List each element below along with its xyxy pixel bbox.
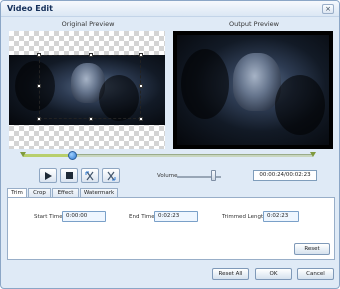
crop-handle[interactable] xyxy=(89,117,93,121)
crop-handle[interactable] xyxy=(139,84,143,88)
trim-panel: Start Time 0:00:00 End Time 0:02:23 Trim… xyxy=(7,197,335,260)
ok-button[interactable]: OK xyxy=(255,268,292,280)
close-button[interactable]: × xyxy=(322,4,334,14)
mark-in-button[interactable] xyxy=(81,168,99,183)
time-display: 00:00:24/00:02:23 xyxy=(253,170,317,181)
reset-button[interactable]: Reset xyxy=(294,243,330,255)
reset-all-button[interactable]: Reset All xyxy=(212,268,249,280)
start-time-label: Start Time xyxy=(34,214,63,220)
title-bar: Video Edit × xyxy=(1,1,339,17)
original-preview-label: Original Preview xyxy=(61,20,115,28)
crop-handle[interactable] xyxy=(37,117,41,121)
crop-handle[interactable] xyxy=(139,117,143,121)
output-preview xyxy=(173,31,333,149)
trim-start-marker[interactable] xyxy=(20,152,26,157)
crop-handle[interactable] xyxy=(139,53,143,57)
video-edit-window: Video Edit × Original Preview Output Pre… xyxy=(0,0,340,289)
crop-handle[interactable] xyxy=(89,53,93,57)
trimmed-length-label: Trimmed Length xyxy=(222,214,267,220)
original-preview[interactable] xyxy=(9,31,165,149)
crop-selection[interactable] xyxy=(37,53,143,121)
seek-handle[interactable] xyxy=(67,151,77,160)
seek-bar[interactable] xyxy=(17,151,319,162)
window-title: Video Edit xyxy=(7,4,53,13)
trim-end-marker[interactable] xyxy=(310,152,316,157)
cancel-button[interactable]: Cancel xyxy=(297,268,334,280)
play-icon xyxy=(45,171,52,180)
end-time-label: End Time xyxy=(129,214,155,220)
crop-handle[interactable] xyxy=(37,84,41,88)
volume-label: Volume xyxy=(157,173,178,179)
volume-slider[interactable] xyxy=(210,170,216,181)
stop-icon xyxy=(65,172,73,179)
mark-out-button[interactable] xyxy=(102,168,120,183)
mark-in-icon xyxy=(85,171,94,180)
output-video-frame xyxy=(177,35,329,145)
start-time-field[interactable]: 0:00:00 xyxy=(62,211,106,222)
output-preview-label: Output Preview xyxy=(229,20,279,28)
seek-progress xyxy=(23,154,73,157)
trimmed-length-field: 0:02:23 xyxy=(263,211,299,222)
stop-button[interactable] xyxy=(60,168,78,183)
play-button[interactable] xyxy=(39,168,57,183)
end-time-field[interactable]: 0:02:23 xyxy=(154,211,198,222)
mark-out-icon xyxy=(107,171,116,180)
crop-handle[interactable] xyxy=(37,53,41,57)
